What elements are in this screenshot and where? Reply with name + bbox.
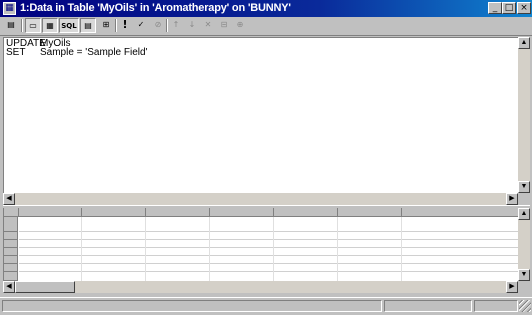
scroll-thumb[interactable]	[15, 281, 75, 293]
status-panel	[2, 300, 382, 312]
grid-column-line	[401, 217, 402, 281]
grid-column-header[interactable]	[19, 208, 82, 216]
title-bar[interactable]: ▦ 1:Data in Table 'MyOils' in 'Aromather…	[0, 0, 532, 17]
grid-row-header[interactable]	[4, 232, 18, 240]
verify-sql-icon[interactable]: ✓	[133, 18, 149, 33]
grid-vertical-scrollbar[interactable]: ▲ ▼	[518, 208, 530, 281]
grid-row-line	[19, 263, 519, 264]
toolbar: ▤ ▭ ▦ SQL ▤ ⊞ ! ✓ ⊘ ↑ ↓ ✕ ⊟ ⊕	[0, 17, 532, 36]
grid-row-header[interactable]	[4, 248, 18, 256]
grid-column-line	[273, 217, 274, 281]
remove-filter-icon[interactable]: ⊘	[150, 18, 166, 33]
grid-row-line	[19, 239, 519, 240]
diagram-pane-icon[interactable]: ▭	[25, 18, 41, 33]
grid-row-header[interactable]	[4, 264, 18, 272]
table-icon[interactable]: ▦	[3, 2, 16, 15]
scroll-right-icon[interactable]: ▶	[506, 193, 518, 205]
grid-row-line	[19, 231, 519, 232]
properties-icon[interactable]: ▤	[3, 18, 19, 33]
results-grid[interactable]	[3, 208, 519, 281]
grid-row-line	[19, 255, 519, 256]
sql-line: SET Sample = 'Sample Field'	[6, 47, 147, 58]
grid-column-header[interactable]	[82, 208, 146, 216]
grid-row-line	[19, 247, 519, 248]
sql-keyword: SET	[6, 47, 26, 58]
grid-row-header[interactable]	[4, 256, 18, 264]
scroll-left-icon[interactable]: ◀	[3, 281, 15, 293]
grid-row-line	[19, 271, 519, 272]
grid-row-header[interactable]	[4, 272, 18, 281]
grid-column-header[interactable]	[402, 208, 519, 216]
sort-descending-icon[interactable]: ↓	[184, 18, 200, 33]
group-by-icon[interactable]: ⊟	[216, 18, 232, 33]
sql-vertical-scrollbar[interactable]: ▲ ▼	[518, 37, 530, 193]
grid-column-header[interactable]	[274, 208, 338, 216]
grid-column-header[interactable]	[338, 208, 402, 216]
filter-icon[interactable]: ✕	[200, 18, 216, 33]
sql-pane[interactable]: UPDATEMyOils SET Sample = 'Sample Field'	[3, 37, 519, 194]
scroll-down-icon[interactable]: ▼	[518, 269, 530, 281]
scroll-right-icon[interactable]: ▶	[506, 281, 518, 293]
sort-ascending-icon[interactable]: ↑	[168, 18, 184, 33]
run-icon[interactable]: !	[117, 18, 133, 33]
change-query-type-icon[interactable]: ⊞	[98, 18, 114, 33]
close-icon[interactable]: ×	[517, 2, 531, 14]
status-bar	[0, 297, 532, 315]
add-table-icon[interactable]: ⊕	[232, 18, 248, 33]
scroll-corner	[518, 193, 530, 205]
resize-grip-icon[interactable]	[519, 300, 531, 312]
scroll-left-icon[interactable]: ◀	[3, 193, 15, 205]
grid-column-line	[337, 217, 338, 281]
grid-corner-cell[interactable]	[4, 208, 19, 216]
grid-column-line	[81, 217, 82, 281]
status-panel	[384, 300, 472, 312]
results-pane-icon[interactable]: ▤	[80, 18, 96, 33]
grid-column-line	[145, 217, 146, 281]
scroll-down-icon[interactable]: ▼	[518, 181, 530, 193]
scroll-up-icon[interactable]: ▲	[518, 208, 530, 220]
grid-column-line	[209, 217, 210, 281]
grid-row-header[interactable]	[4, 217, 18, 232]
grid-horizontal-scrollbar[interactable]: ◀ ▶	[3, 281, 518, 293]
status-panel	[474, 300, 518, 312]
sql-text: Sample = 'Sample Field'	[40, 47, 148, 58]
scroll-up-icon[interactable]: ▲	[518, 37, 530, 49]
grid-column-header[interactable]	[210, 208, 274, 216]
window-title: 1:Data in Table 'MyOils' in 'Aromatherap…	[20, 2, 291, 14]
scroll-corner	[518, 281, 530, 293]
grid-row-header[interactable]	[4, 240, 18, 248]
minimize-icon[interactable]: _	[488, 2, 502, 14]
sql-pane-button[interactable]: SQL	[59, 18, 79, 33]
grid-header	[4, 208, 519, 217]
grid-pane-icon[interactable]: ▦	[42, 18, 58, 33]
maximize-icon[interactable]: □	[502, 2, 516, 14]
toolbar-separator	[21, 19, 23, 32]
sql-horizontal-scrollbar[interactable]: ◀ ▶	[3, 193, 518, 205]
grid-column-header[interactable]	[146, 208, 210, 216]
